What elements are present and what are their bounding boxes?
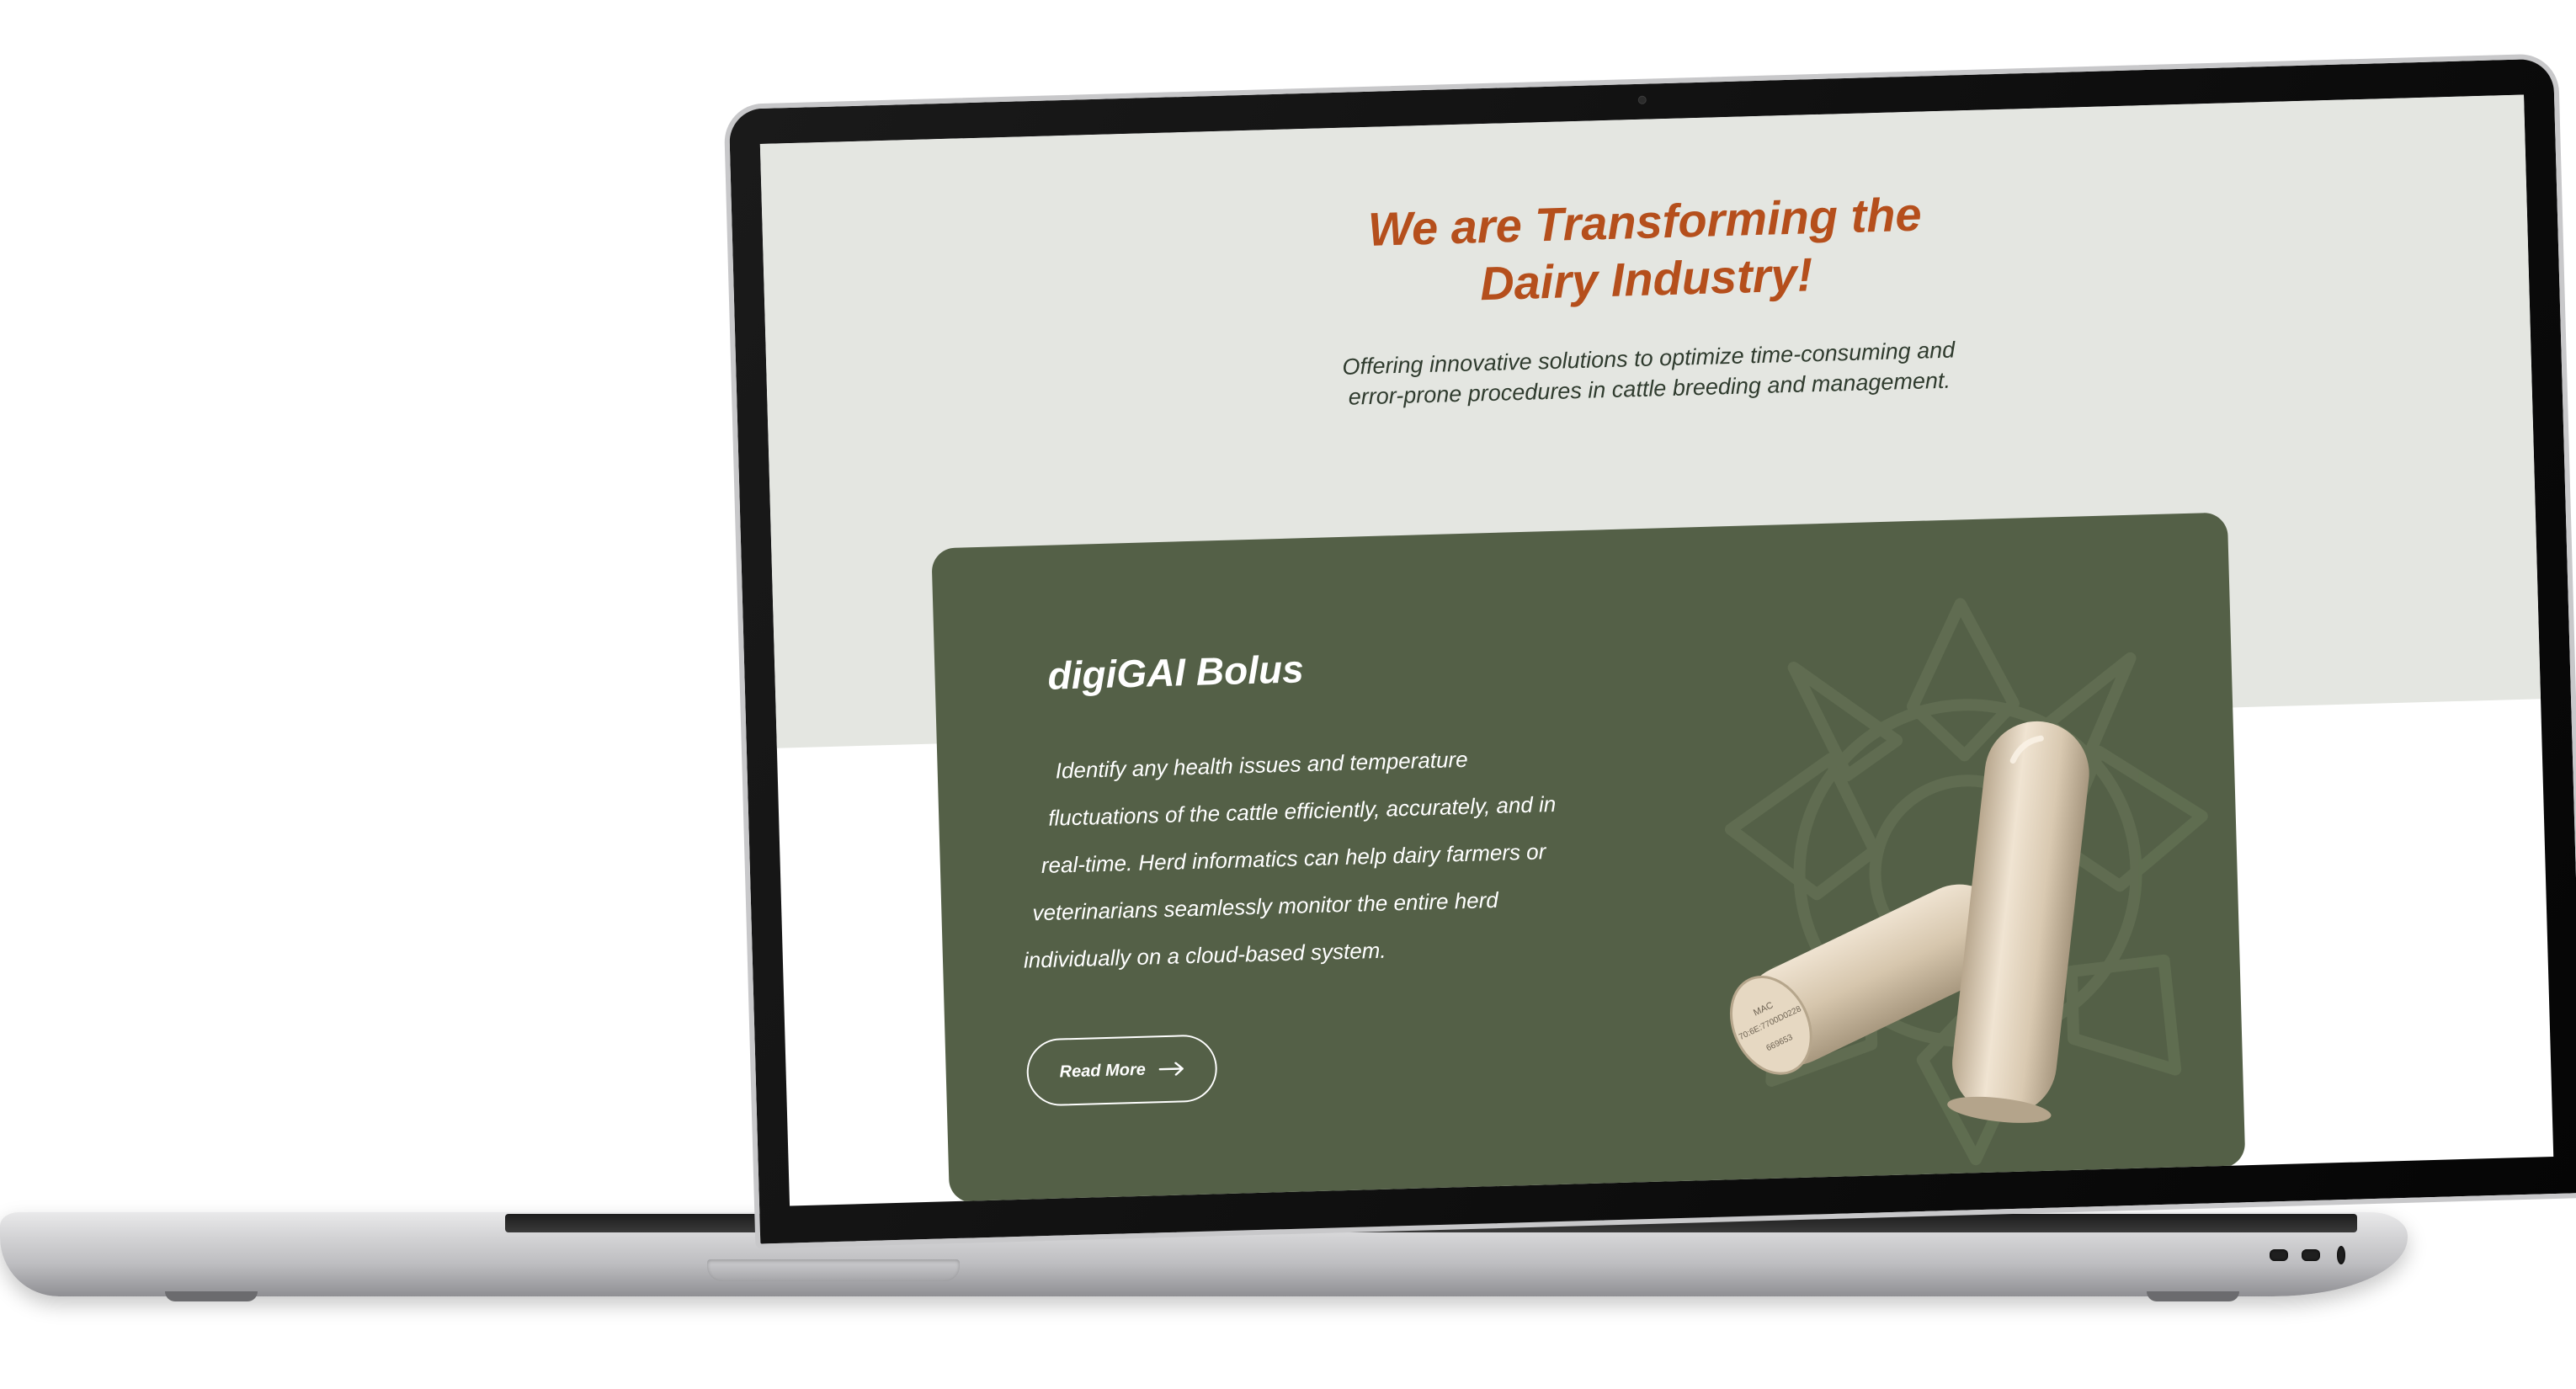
arrow-right-icon <box>1158 1062 1184 1076</box>
camera-icon <box>1637 95 1647 104</box>
product-card: digiGAI Bolus Identify any health issues… <box>931 512 2246 1204</box>
read-more-label: Read More <box>1059 1060 1147 1082</box>
laptop-lid: We are Transforming the Dairy Industry! … <box>0 0 2576 1389</box>
screen-bezel: We are Transforming the Dairy Industry! … <box>723 53 2576 1249</box>
read-more-button[interactable]: Read More <box>1025 1034 1218 1107</box>
product-title: digiGAI Bolus <box>1046 647 1305 698</box>
website-display: We are Transforming the Dairy Industry! … <box>759 94 2554 1206</box>
bolus-capsules-image: MAC 70:6E:7700D0228 669653 <box>1729 721 2089 1123</box>
product-description: Identify any health issues and temperatu… <box>1018 732 1580 983</box>
